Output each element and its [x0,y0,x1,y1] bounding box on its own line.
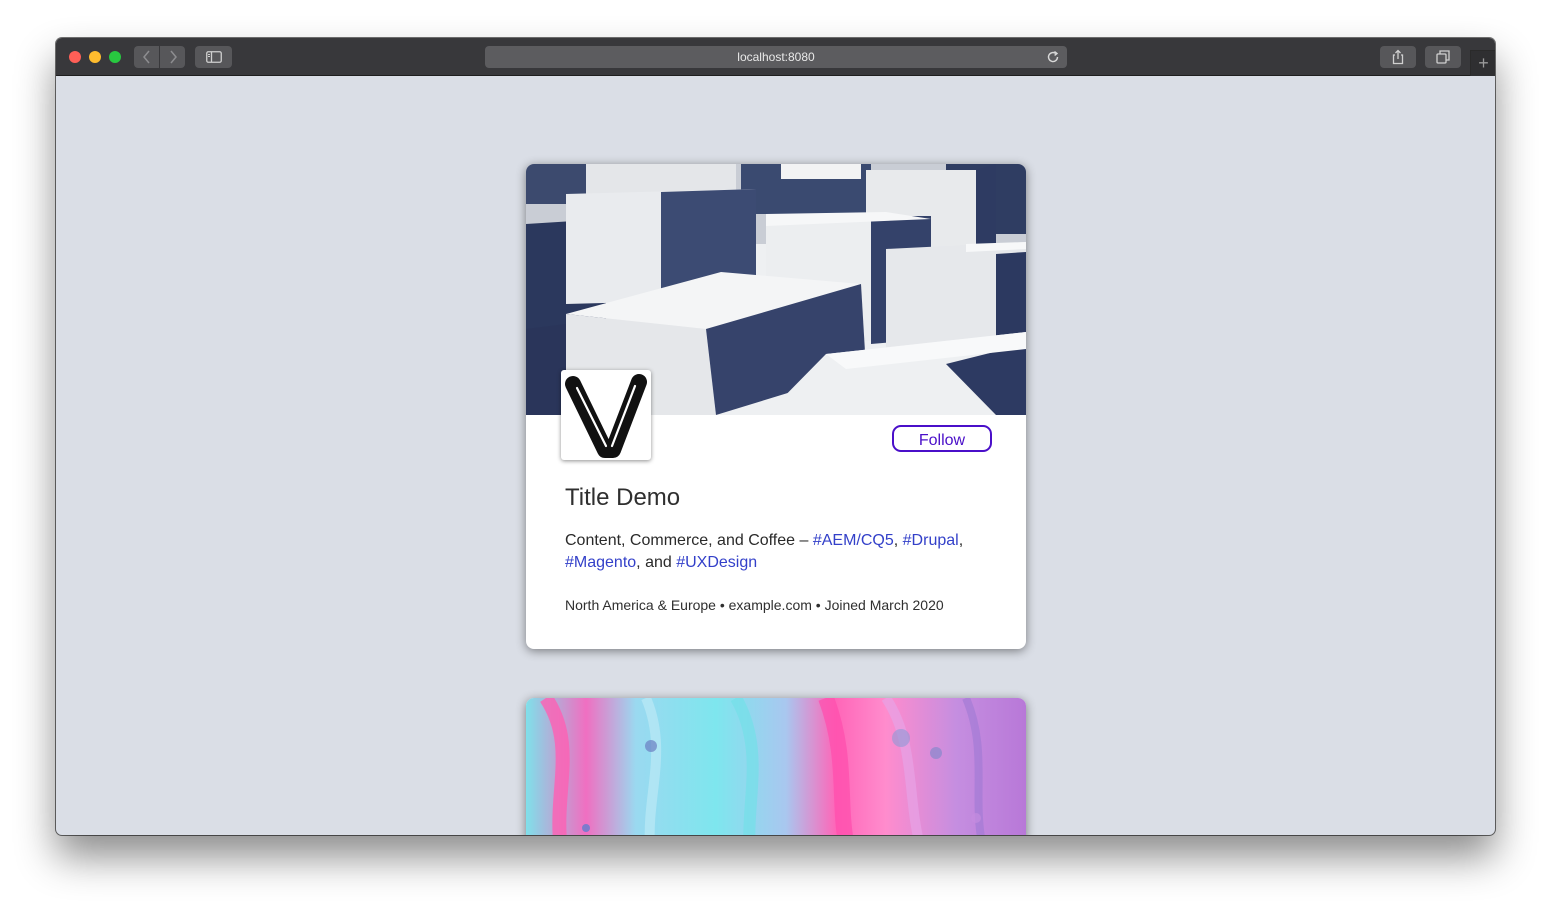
hashtag-link-uxdesign[interactable]: #UXDesign [676,554,757,571]
show-tabs-button[interactable] [1425,46,1461,68]
back-button[interactable] [134,46,159,68]
bio-separator: , and [636,554,677,571]
address-bar[interactable]: localhost:8080 [485,46,1067,68]
hashtag-link-drupal[interactable]: #Drupal [903,532,959,549]
chevron-right-icon [169,50,177,64]
sidebar-icon [205,51,222,63]
follow-button[interactable]: Follow [892,425,992,452]
page-viewport: Follow Title Demo Content, Commerce, and… [56,76,1495,835]
hashtag-link-magento[interactable]: #Magento [565,554,636,571]
browser-window: localhost:8080 + Follow Title Demo Conte… [56,38,1495,835]
avatar [561,370,651,460]
cover-image-second [526,698,1026,835]
bio-separator: , [893,532,903,549]
profile-card-second [526,698,1026,835]
chevron-left-icon [142,50,150,64]
reload-icon[interactable] [1045,49,1061,65]
v-logo-icon [565,374,647,458]
share-icon [1392,49,1404,65]
share-button[interactable] [1380,46,1416,68]
sidebar-toggle-button[interactable] [195,46,232,68]
tabs-icon [1436,50,1450,64]
address-bar-url: localhost:8080 [737,50,815,64]
profile-bio: Content, Commerce, and Coffee – #AEM/CQ5… [565,530,995,574]
hashtag-link-aem[interactable]: #AEM/CQ5 [813,532,894,549]
minimize-window-button[interactable] [89,51,101,63]
new-tab-button[interactable]: + [1470,50,1495,76]
profile-card: Follow Title Demo Content, Commerce, and… [526,164,1026,649]
profile-meta: North America & Europe • example.com • J… [565,597,944,613]
profile-title: Title Demo [565,484,681,511]
zoom-window-button[interactable] [109,51,121,63]
bio-separator: , [958,532,964,549]
bio-text: Content, Commerce, and Coffee – [565,532,813,549]
forward-button[interactable] [160,46,185,68]
plus-icon: + [1478,53,1489,73]
browser-toolbar: localhost:8080 + [56,38,1495,76]
close-window-button[interactable] [69,51,81,63]
